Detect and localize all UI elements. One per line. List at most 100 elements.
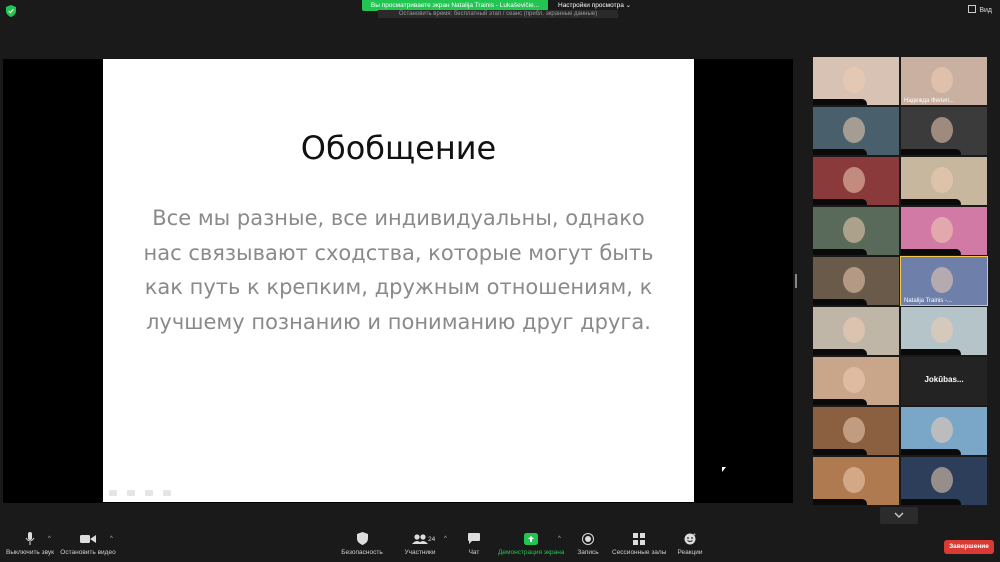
participant-video <box>843 467 865 493</box>
redacted-name-blob <box>813 349 867 355</box>
participants-count: 24 <box>428 536 436 543</box>
redacted-name-blob <box>813 399 867 405</box>
participant-tile[interactable]: Jokūbas... <box>901 357 987 405</box>
participant-video <box>843 267 865 293</box>
participant-name-label: Jokūbas... <box>924 375 964 384</box>
video-options-caret-icon[interactable]: ^ <box>110 536 113 542</box>
presentation-slide: Обобщение Все мы разные, все индивидуаль… <box>103 59 694 502</box>
share-screen-icon <box>524 532 538 545</box>
participant-tile[interactable] <box>813 107 899 155</box>
encryption-shield-icon[interactable] <box>6 5 16 17</box>
stop-video-button[interactable]: Остановить видео <box>60 530 116 562</box>
view-button[interactable]: Вид <box>968 5 992 14</box>
record-label: Запись <box>577 549 599 556</box>
redacted-name-blob <box>901 499 961 505</box>
slide-body-text: Все мы разные, все индивидуальны, однако… <box>143 206 654 334</box>
sub-banner: Остановить время: бесплатный этап / сеан… <box>378 10 618 18</box>
participant-tile[interactable] <box>813 457 899 505</box>
shield-icon <box>356 532 368 545</box>
end-meeting-button[interactable]: Завершение <box>944 540 994 554</box>
participant-video <box>931 217 953 243</box>
participant-video <box>843 217 865 243</box>
view-options-label: Настройки просмотра <box>558 2 624 9</box>
share-screen-button[interactable]: Демонстрация экрана <box>498 530 564 562</box>
participants-icon <box>412 533 428 544</box>
participant-video <box>931 467 953 493</box>
participant-video <box>843 367 865 393</box>
participant-tile[interactable]: Natalija Trainis -... <box>900 256 988 306</box>
participant-video <box>843 317 865 343</box>
video-camera-icon <box>80 534 96 543</box>
slide-show-tools[interactable] <box>109 490 171 496</box>
participant-video <box>843 117 865 143</box>
participant-tile[interactable] <box>813 207 899 255</box>
redacted-name-blob <box>901 249 961 255</box>
slide-title: Обобщение <box>300 129 497 167</box>
participants-options-caret-icon[interactable]: ^ <box>444 536 447 542</box>
chat-button[interactable]: Чат <box>464 530 484 562</box>
participant-video <box>843 417 865 443</box>
security-button[interactable]: Безопасность <box>340 530 384 562</box>
gallery-scroll-down-button[interactable] <box>880 507 918 524</box>
participants-button[interactable]: Участники <box>402 530 438 562</box>
reactions-button[interactable]: + Реакции <box>676 530 704 562</box>
participants-label: Участники <box>404 549 436 556</box>
redacted-name-blob <box>813 499 867 505</box>
breakout-rooms-label: Сессионные залы <box>612 549 667 556</box>
participant-video <box>931 417 953 443</box>
record-button[interactable]: Запись <box>574 530 602 562</box>
redacted-name-blob <box>813 299 867 305</box>
participant-tile[interactable] <box>813 307 899 355</box>
breakout-rooms-icon <box>633 532 645 545</box>
participant-tile[interactable]: Надежда Филип... <box>901 57 987 105</box>
chat-icon <box>468 533 480 544</box>
participant-tile[interactable] <box>813 257 899 305</box>
participant-tile[interactable] <box>813 357 899 405</box>
share-options-caret-icon[interactable]: ^ <box>558 536 561 542</box>
panel-splitter-handle[interactable] <box>795 274 797 288</box>
participant-video <box>931 267 953 293</box>
chevron-down-icon <box>894 512 904 518</box>
redacted-name-blob <box>901 349 961 355</box>
pen-icon[interactable] <box>127 490 135 496</box>
reactions-label: Реакции <box>677 549 703 556</box>
microphone-icon <box>25 531 35 545</box>
svg-text:+: + <box>693 532 696 538</box>
meeting-toolbar: Выключить звук ^ Остановить видео ^ Безо… <box>0 530 1000 562</box>
mute-label: Выключить звук <box>5 549 55 556</box>
share-screen-label: Демонстрация экрана <box>498 549 565 556</box>
participant-tile[interactable] <box>813 57 899 105</box>
participant-tile[interactable] <box>813 407 899 455</box>
redacted-name-blob <box>813 249 867 255</box>
grid-icon <box>968 5 977 13</box>
slides-icon[interactable] <box>145 490 153 496</box>
participant-tile[interactable] <box>813 157 899 205</box>
next-arrow-icon[interactable] <box>163 490 171 496</box>
participant-tile[interactable] <box>901 457 987 505</box>
mouse-cursor-icon <box>722 467 726 472</box>
security-label: Безопасность <box>341 549 383 556</box>
stop-video-label: Остановить видео <box>60 549 116 556</box>
participant-tile[interactable] <box>901 207 987 255</box>
redacted-name-blob <box>901 199 961 205</box>
participant-tile[interactable] <box>901 407 987 455</box>
breakout-rooms-button[interactable]: Сессионные залы <box>612 530 666 562</box>
reactions-smiley-icon: + <box>684 532 696 545</box>
participant-tile[interactable] <box>901 157 987 205</box>
participant-video <box>931 67 953 93</box>
mute-options-caret-icon[interactable]: ^ <box>48 536 51 542</box>
redacted-name-blob <box>813 99 867 105</box>
redacted-name-blob <box>813 199 867 205</box>
prev-arrow-icon[interactable] <box>109 490 117 496</box>
participant-video <box>931 117 953 143</box>
participant-tile[interactable] <box>901 307 987 355</box>
record-icon <box>582 532 594 545</box>
chevron-down-icon: ⌄ <box>625 2 632 9</box>
redacted-name-blob <box>901 149 961 155</box>
participant-tile[interactable] <box>901 107 987 155</box>
participant-video <box>931 167 953 193</box>
participant-video <box>931 317 953 343</box>
participant-video <box>843 67 865 93</box>
participant-video <box>843 167 865 193</box>
mute-button[interactable]: Выключить звук <box>4 530 56 562</box>
